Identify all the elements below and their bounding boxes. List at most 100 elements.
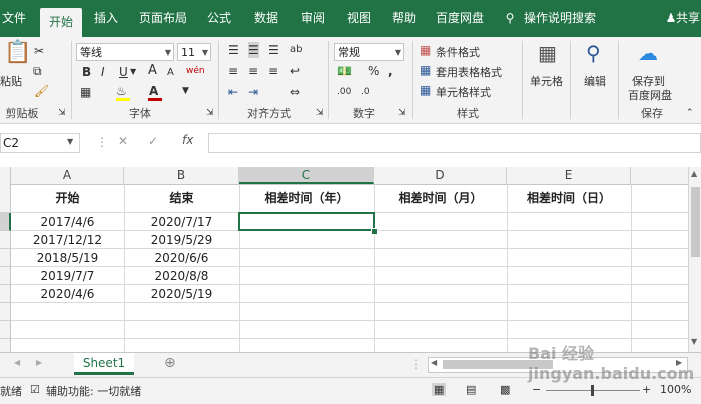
align-right-icon[interactable]: ≡: [268, 63, 278, 79]
tell-me-search[interactable]: 操作说明搜索: [520, 0, 600, 37]
cell-styles-button[interactable]: 单元格样式: [436, 84, 491, 100]
table-header-cell[interactable]: 开始: [11, 189, 124, 207]
row-header[interactable]: [0, 231, 11, 249]
row-header[interactable]: [0, 321, 11, 339]
scroll-left-icon[interactable]: ◀: [431, 358, 437, 367]
font-name-select[interactable]: 等线 ▼: [76, 43, 174, 61]
tab-formulas[interactable]: 公式: [202, 0, 236, 37]
currency-icon[interactable]: 💵: [337, 63, 352, 79]
cells-icon[interactable]: ▦: [538, 43, 557, 63]
table-cell[interactable]: 2019/7/7: [11, 267, 124, 285]
name-box[interactable]: C2 ▼: [0, 133, 80, 153]
align-top-icon[interactable]: ☰: [228, 42, 239, 58]
table-header-cell[interactable]: 结束: [124, 189, 239, 207]
baidu-cloud-icon[interactable]: ☁: [638, 43, 658, 63]
format-as-table-button[interactable]: 套用表格格式: [436, 64, 502, 80]
format-table-icon[interactable]: ▦: [420, 62, 431, 78]
normal-view-icon[interactable]: ▦: [432, 383, 447, 396]
grow-font-button[interactable]: A: [148, 63, 157, 79]
row-header[interactable]: [0, 267, 11, 285]
alignment-launcher-icon[interactable]: ⇲: [316, 105, 324, 121]
font-launcher-icon[interactable]: ⇲: [206, 105, 214, 121]
col-header-e[interactable]: E: [507, 167, 631, 184]
tab-help[interactable]: 帮助: [387, 0, 421, 37]
zoom-level[interactable]: 100%: [660, 383, 691, 396]
comma-button[interactable]: ,: [388, 63, 393, 79]
merge-center-icon[interactable]: ⇔: [290, 84, 300, 100]
collapse-ribbon-icon[interactable]: ⌃: [686, 105, 694, 121]
page-layout-view-icon[interactable]: ▤: [466, 383, 476, 396]
zoom-out-icon[interactable]: −: [532, 383, 541, 396]
table-cell[interactable]: 2018/5/19: [11, 249, 124, 267]
table-header-cell[interactable]: 相差时间（日）: [507, 189, 631, 207]
zoom-in-icon[interactable]: +: [642, 383, 651, 396]
align-bottom-icon[interactable]: ☰: [268, 42, 279, 58]
tab-review[interactable]: 审阅: [296, 0, 330, 37]
chevron-down-icon[interactable]: ▼: [130, 64, 136, 80]
tab-view[interactable]: 视图: [342, 0, 376, 37]
increase-indent-icon[interactable]: ⇥: [248, 84, 258, 100]
tab-baidu-pan[interactable]: 百度网盘: [432, 0, 488, 37]
zoom-slider-thumb[interactable]: [591, 385, 594, 396]
vertical-scrollbar[interactable]: ▲ ▼: [688, 167, 701, 352]
font-size-select[interactable]: 11 ▼: [177, 43, 211, 61]
sheet-tab[interactable]: Sheet1: [74, 353, 134, 375]
align-left-icon[interactable]: ≡: [228, 63, 238, 79]
decrease-indent-icon[interactable]: ⇤: [228, 84, 238, 100]
selected-cell[interactable]: [238, 212, 375, 231]
row-header[interactable]: [0, 339, 11, 352]
search-icon[interactable]: ⚲: [586, 43, 601, 63]
col-header-b[interactable]: B: [124, 167, 239, 184]
border-icon[interactable]: ▦: [80, 84, 91, 100]
formula-input[interactable]: [208, 133, 701, 153]
percent-button[interactable]: %: [368, 63, 379, 79]
tab-page-layout[interactable]: 页面布局: [133, 0, 193, 37]
col-header-a[interactable]: A: [11, 167, 124, 184]
table-cell[interactable]: 2020/4/6: [11, 285, 124, 303]
tab-insert[interactable]: 插入: [90, 0, 122, 37]
table-cell[interactable]: 2017/4/6: [11, 213, 124, 231]
cut-icon[interactable]: ✂: [34, 43, 44, 59]
col-header-c[interactable]: C: [239, 167, 374, 184]
paste-icon[interactable]: 📋: [4, 42, 31, 64]
row-header[interactable]: [0, 184, 11, 213]
enter-icon[interactable]: ✓: [148, 134, 158, 148]
number-launcher-icon[interactable]: ⇲: [398, 105, 406, 121]
row-header[interactable]: [0, 213, 11, 231]
accessibility-status[interactable]: 辅助功能: 一切就绪: [46, 383, 141, 399]
number-format-select[interactable]: 常规 ▼: [334, 43, 404, 61]
table-cell[interactable]: 2017/12/12: [11, 231, 124, 249]
fill-handle[interactable]: [371, 228, 378, 235]
font-color-button[interactable]: A: [149, 83, 158, 99]
table-cell[interactable]: 2020/5/19: [124, 285, 239, 303]
table-cell[interactable]: 2020/8/8: [124, 267, 239, 285]
align-middle-icon[interactable]: ☰: [248, 42, 259, 58]
underline-button[interactable]: U: [119, 64, 128, 80]
fill-color-icon[interactable]: ♨: [116, 83, 127, 99]
conditional-format-button[interactable]: 条件格式: [436, 44, 480, 60]
scroll-up-icon[interactable]: ▲: [691, 169, 697, 178]
next-sheet-icon[interactable]: ▶: [36, 358, 42, 367]
align-center-icon[interactable]: ≡: [248, 63, 258, 79]
format-painter-icon[interactable]: 🖌: [34, 83, 49, 99]
tab-home[interactable]: 开始: [40, 8, 82, 37]
insert-function-button[interactable]: fx: [182, 133, 193, 147]
row-header[interactable]: [0, 303, 11, 321]
page-break-view-icon[interactable]: ▩: [500, 383, 510, 396]
cells-button[interactable]: 单元格: [530, 73, 563, 89]
italic-button[interactable]: I: [101, 64, 105, 80]
table-header-cell[interactable]: 相差时间（月）: [374, 189, 507, 207]
shrink-font-button[interactable]: A: [167, 65, 174, 81]
cancel-icon[interactable]: ✕: [118, 134, 128, 148]
add-sheet-icon[interactable]: ⊕: [164, 355, 176, 371]
increase-decimal-button[interactable]: .00: [337, 84, 351, 100]
editing-button[interactable]: 编辑: [584, 73, 606, 89]
decrease-decimal-button[interactable]: .0: [361, 84, 370, 100]
save-to-button-line2[interactable]: 百度网盘: [628, 87, 672, 103]
clipboard-launcher-icon[interactable]: ⇲: [58, 105, 66, 121]
table-cell[interactable]: 2020/7/17: [124, 213, 239, 231]
share-button[interactable]: 共享: [676, 0, 700, 37]
chevron-down-icon[interactable]: ▼: [182, 83, 189, 99]
scrollbar-thumb[interactable]: [691, 187, 700, 257]
conditional-format-icon[interactable]: ▦: [420, 42, 431, 58]
